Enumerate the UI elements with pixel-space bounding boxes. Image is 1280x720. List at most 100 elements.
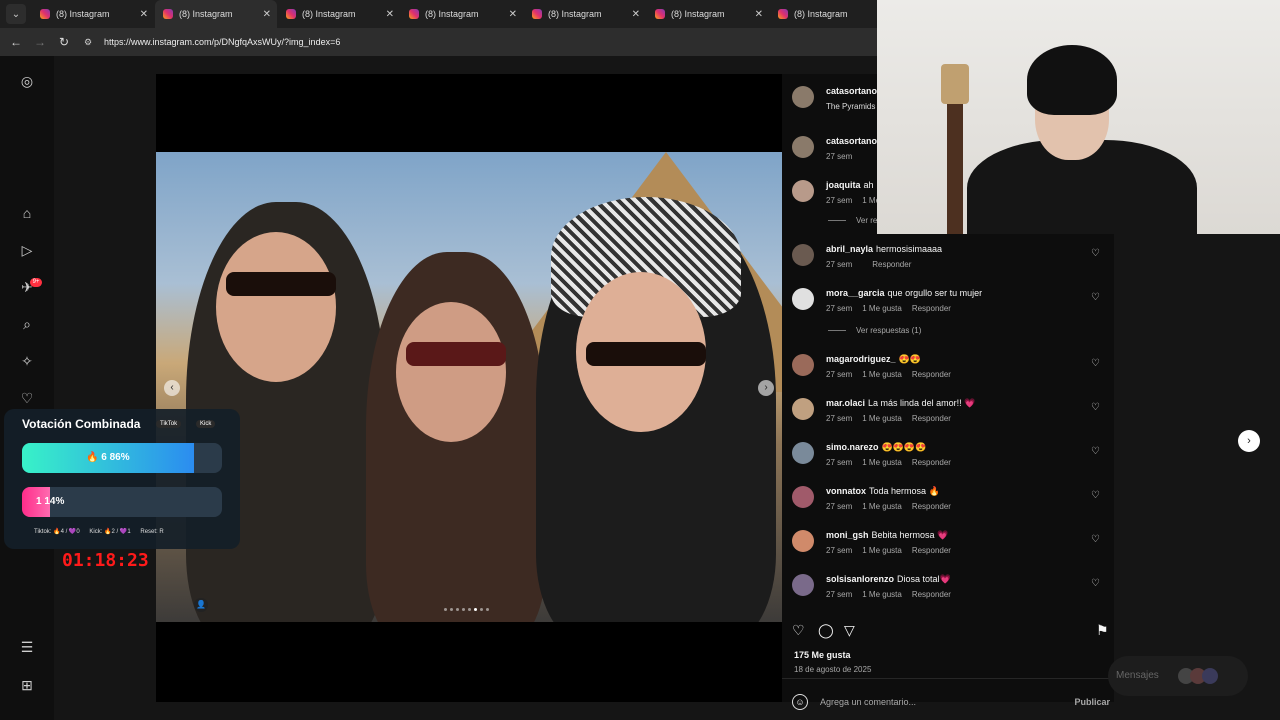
carousel-dot (450, 608, 453, 611)
comment-username[interactable]: moni_gsh (826, 530, 869, 540)
share-icon[interactable]: ▽ (844, 622, 855, 639)
comment-like-icon[interactable]: ♡ (1091, 534, 1100, 545)
like-count[interactable]: 175 Me gusta (794, 650, 851, 660)
platform-badge-tiktok: TikTok (156, 420, 182, 428)
comment-username[interactable]: magarodriguez_ (826, 354, 896, 364)
author-name[interactable]: catasortano (826, 86, 880, 96)
avatar[interactable] (792, 398, 814, 420)
tab-list-button[interactable]: ⌄ (6, 4, 26, 24)
sunglasses (586, 342, 706, 366)
comment-username[interactable]: abril_nayla (826, 244, 873, 254)
comment-username[interactable]: simo.narezo (826, 442, 879, 452)
close-icon[interactable]: ✕ (509, 9, 517, 20)
comment-like-icon[interactable]: ♡ (1091, 578, 1100, 589)
avatar[interactable] (792, 574, 814, 596)
comment-text: abril_nayla hermosisimaaaa (826, 244, 943, 254)
reply-button[interactable]: Responder (912, 414, 951, 423)
comment-row: abril_nayla hermosisimaaaa 27 sem Responder… (792, 244, 1114, 284)
reply-button[interactable]: Responder (912, 370, 951, 379)
browser-tab-active[interactable]: (8) Instagram ✕ (155, 0, 277, 28)
reply-button[interactable]: Responder (912, 304, 951, 313)
comment-username[interactable]: vonnatox (826, 486, 866, 496)
comment-likes[interactable]: 1 Me gusta (862, 502, 902, 511)
avatar[interactable] (792, 244, 814, 266)
avatar[interactable] (792, 530, 814, 552)
browser-tab[interactable]: (8) Instagram ✕ (32, 0, 154, 28)
comment-username[interactable]: solsisanlorenzo (826, 574, 894, 584)
site-settings-icon[interactable]: ⚙ (84, 37, 98, 48)
menu-icon[interactable]: ☰ (18, 638, 36, 656)
reload-icon[interactable]: ↻ (52, 35, 76, 49)
browser-tab[interactable]: (8) Instagram ✕ (278, 0, 400, 28)
platform-badge-kick: Kick (196, 420, 216, 428)
comment-like-icon[interactable]: ♡ (1091, 402, 1100, 413)
comment-time: 27 sem (826, 370, 853, 379)
view-replies-link[interactable]: Ver respuestas (1) (828, 326, 921, 335)
comment-likes[interactable]: 1 Me gusta (862, 304, 902, 313)
comment-like-icon[interactable]: ♡ (1091, 248, 1100, 259)
reels-icon[interactable]: ▷ (18, 241, 36, 259)
instagram-sidebar: ◎ ⌂ ▷ ✈ 9+ ⌕ ✧ ♡ ☰ ⊞ (0, 56, 54, 720)
person-middle-face (396, 302, 506, 442)
comment-like-icon[interactable]: ♡ (1091, 358, 1100, 369)
reply-button[interactable]: Responder (912, 546, 951, 555)
home-icon[interactable]: ⌂ (18, 204, 36, 222)
comment-input[interactable]: Agrega un comentario... (820, 697, 916, 707)
view-replies-link[interactable]: Ver re (828, 216, 877, 225)
comment-likes[interactable]: 1 Me gusta (862, 590, 902, 599)
close-icon[interactable]: ✕ (140, 9, 148, 20)
comment-icon[interactable]: ◯ (818, 622, 834, 639)
comment-like-icon[interactable]: ♡ (1091, 490, 1100, 501)
next-post-button[interactable]: › (1238, 430, 1260, 452)
comment-likes[interactable]: 1 Me gusta (862, 546, 902, 555)
avatar[interactable] (792, 486, 814, 508)
close-icon[interactable]: ✕ (632, 9, 640, 20)
search-icon[interactable]: ⌕ (18, 315, 36, 333)
browser-tab[interactable]: (8) Instagram ✕ (770, 0, 892, 28)
comment-username[interactable]: joaquita (826, 180, 861, 190)
publish-button[interactable]: Publicar (1074, 697, 1110, 707)
comment-like-icon[interactable]: ♡ (1091, 292, 1100, 303)
close-icon[interactable]: ✕ (755, 9, 763, 20)
like-icon[interactable]: ♡ (792, 622, 805, 639)
comment-username[interactable]: mora__garcia (826, 288, 885, 298)
messages-pill[interactable]: Mensajes (1108, 656, 1248, 696)
comment-likes[interactable]: 1 Me gusta (862, 458, 902, 467)
avatar[interactable] (792, 288, 814, 310)
instagram-logo-icon[interactable]: ◎ (18, 72, 36, 90)
heart-icon[interactable]: ♡ (18, 389, 36, 407)
comment-likes[interactable]: 1 Me gusta (862, 414, 902, 423)
comment-row: mar.olaci La más linda del amor!! 💗 27 sem… (792, 398, 1114, 438)
forward-icon[interactable]: → (28, 35, 52, 49)
reply-button[interactable]: Responder (912, 458, 951, 467)
bookmark-icon[interactable]: ⚑ (1096, 622, 1109, 639)
reply-button[interactable]: Responder (912, 590, 951, 599)
avatar[interactable] (792, 442, 814, 464)
avatar[interactable] (792, 86, 814, 108)
avatar[interactable] (792, 136, 814, 158)
comment-meta: 27 sem 1 Me gusta Responder (826, 546, 961, 555)
comment-likes[interactable]: 1 Me gusta (862, 370, 902, 379)
reply-button[interactable]: Responder (872, 260, 911, 269)
browser-tab[interactable]: (8) Instagram ✕ (401, 0, 523, 28)
emoji-icon[interactable]: ☺ (792, 694, 808, 710)
avatar[interactable] (792, 180, 814, 202)
comment-text: catasortano (826, 136, 880, 146)
reply-button[interactable]: Responder (912, 502, 951, 511)
explore-icon[interactable]: ✧ (18, 352, 36, 370)
more-apps-icon[interactable]: ⊞ (18, 676, 36, 694)
comment-username[interactable]: catasortano (826, 136, 877, 146)
avatar[interactable] (792, 354, 814, 376)
back-icon[interactable]: ← (4, 35, 28, 49)
browser-tab[interactable]: (8) Instagram ✕ (524, 0, 646, 28)
comment-username[interactable]: mar.olaci (826, 398, 865, 408)
carousel-next-button[interactable]: › (758, 380, 774, 396)
browser-tab[interactable]: (8) Instagram ✕ (647, 0, 769, 28)
carousel-prev-button[interactable]: ‹ (164, 380, 180, 396)
url-field[interactable]: ⚙ https://www.instagram.com/p/DNgfqAxsWU… (84, 37, 340, 48)
tagged-users-icon[interactable]: 👤 (194, 598, 208, 612)
post-location[interactable]: The Pyramids - (826, 102, 880, 111)
comment-like-icon[interactable]: ♡ (1091, 446, 1100, 457)
close-icon[interactable]: ✕ (263, 9, 271, 20)
close-icon[interactable]: ✕ (386, 9, 394, 20)
